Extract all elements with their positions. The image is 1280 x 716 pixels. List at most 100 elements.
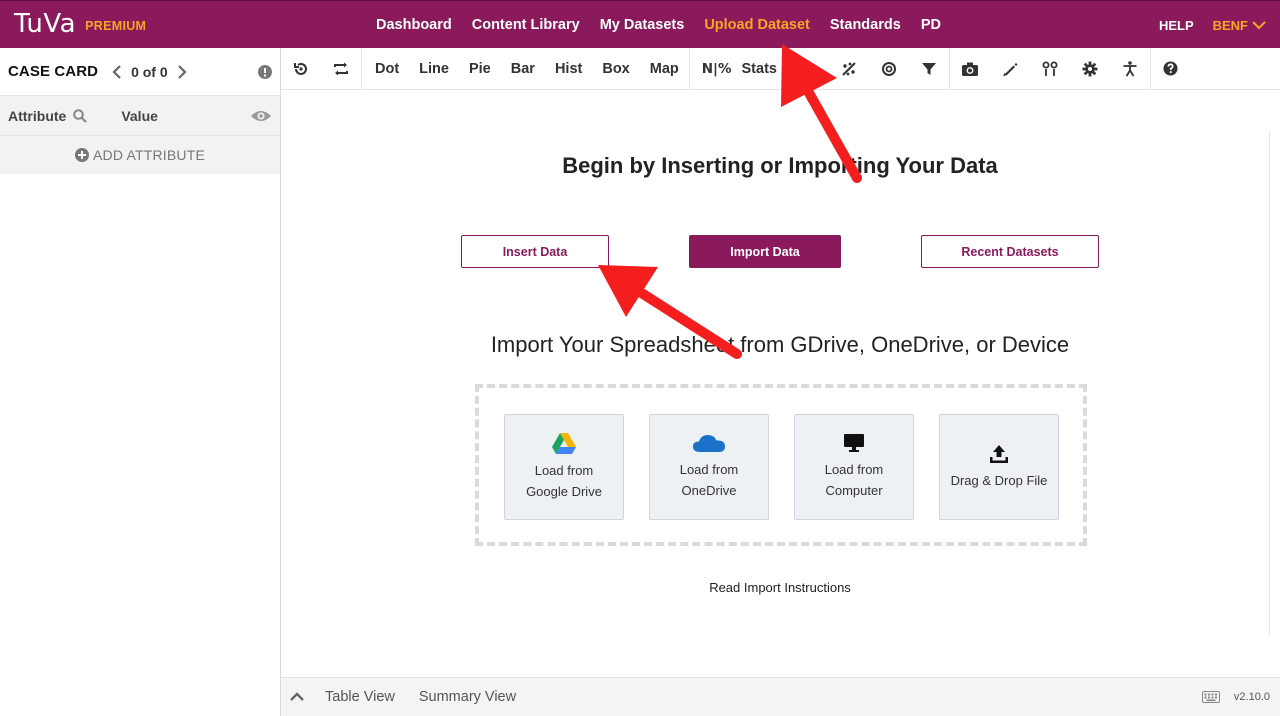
nav-dashboard[interactable]: Dashboard (376, 17, 452, 33)
groups-button[interactable] (1030, 48, 1070, 90)
value-column-label: Value (121, 107, 158, 124)
toolbar-group-analysis: N|% Stats (690, 47, 950, 90)
premium-badge: PREMIUM (85, 18, 147, 33)
nav-upload-dataset[interactable]: Upload Dataset (704, 17, 810, 33)
target-icon (881, 61, 896, 76)
tile-label: Load from Computer (824, 462, 884, 498)
reset-button[interactable] (281, 48, 321, 90)
app: TuVa PREMIUM Dashboard Content Library M… (0, 0, 1280, 716)
filter-icon (921, 62, 936, 75)
axis-icon (801, 61, 816, 76)
case-card-navigator: 0 of 0 (112, 64, 187, 80)
nav-pd[interactable]: PD (921, 17, 941, 33)
monitor-icon (844, 434, 864, 452)
toolbar-group-tools (950, 47, 1151, 90)
tile-label: Drag & Drop File (950, 472, 1048, 488)
people-icon (1042, 61, 1058, 76)
logo-wordmark: TuVa (14, 9, 77, 39)
load-google-drive-tile[interactable]: Load from Google Drive (504, 414, 624, 520)
recent-datasets-button[interactable]: Recent Datasets (921, 235, 1099, 268)
chart-line-button[interactable]: Line (409, 48, 459, 90)
nav-content-library[interactable]: Content Library (472, 17, 580, 33)
help-link[interactable]: HELP (1159, 18, 1194, 33)
case-card-column-header: Attribute Value (0, 96, 280, 136)
accessibility-icon (1123, 60, 1137, 76)
stats-button[interactable]: Stats (736, 48, 789, 90)
tile-label: Load from Google Drive (526, 462, 602, 499)
chevron-right-icon[interactable] (177, 64, 187, 79)
graph-toolbar: Dot Line Pie Bar Hist Box Map N|% Stats (281, 47, 1280, 90)
chart-box-button[interactable]: Box (592, 48, 639, 90)
nav-standards[interactable]: Standards (830, 17, 901, 33)
accessibility-button[interactable] (1110, 48, 1150, 90)
tuva-logo[interactable]: TuVa PREMIUM (14, 9, 146, 39)
bottom-right: v2.10.0 (1201, 691, 1270, 703)
user-name: BENF (1212, 17, 1248, 33)
screenshot-button[interactable] (950, 48, 990, 90)
read-import-instructions-link[interactable]: Read Import Instructions (481, 580, 1079, 595)
help-icon (1163, 61, 1179, 76)
reset-icon (294, 62, 307, 75)
swap-icon (334, 62, 348, 75)
settings-button[interactable] (1070, 48, 1110, 90)
chart-hist-button[interactable]: Hist (545, 48, 592, 90)
expand-bottom-button[interactable] (281, 692, 313, 702)
version-label: v2.10.0 (1233, 691, 1270, 703)
chart-dot-button[interactable]: Dot (362, 48, 409, 90)
chevron-down-icon (1252, 20, 1266, 29)
trend-button[interactable] (829, 48, 869, 90)
pencil-icon (1002, 62, 1018, 76)
swap-button[interactable] (321, 48, 361, 90)
google-drive-icon (552, 432, 576, 454)
load-computer-tile[interactable]: Load from Computer (794, 414, 914, 520)
main-content: Begin by Inserting or Importing Your Dat… (281, 90, 1280, 677)
chart-bar-button[interactable]: Bar (501, 48, 545, 90)
chevron-left-icon[interactable] (112, 64, 122, 79)
case-card-header: CASE CARD 0 of 0 (0, 48, 280, 96)
search-icon[interactable] (73, 108, 88, 123)
insert-data-button[interactable]: Insert Data (461, 235, 609, 268)
chevron-up-icon (290, 692, 304, 701)
chart-map-button[interactable]: Map (640, 48, 689, 90)
tile-label: Load from OneDrive (679, 462, 739, 498)
eye-icon[interactable] (250, 109, 272, 123)
file-drop-zone[interactable]: Load from Google Drive Load from OneDrive … (475, 384, 1087, 546)
onedrive-icon (693, 435, 725, 452)
trend-icon (842, 61, 856, 76)
case-count: 0 of 0 (131, 63, 168, 80)
plus-circle-icon (74, 148, 89, 162)
nav-my-datasets[interactable]: My Datasets (600, 17, 685, 33)
bottom-bar: Table View Summary View v2.10.0 (281, 677, 1280, 716)
import-title: Import Your Spreadsheet from GDrive, One… (490, 332, 1070, 357)
chart-pie-button[interactable]: Pie (459, 48, 501, 90)
case-card-panel: CASE CARD 0 of 0 Attribute Value ADD ATT… (0, 48, 281, 716)
case-card-title: CASE CARD (8, 63, 99, 80)
top-navigation-bar: TuVa PREMIUM Dashboard Content Library M… (0, 0, 1280, 48)
drag-drop-tile[interactable]: Drag & Drop File (939, 414, 1059, 520)
number-percent-button[interactable]: N|% (690, 48, 736, 90)
camera-icon (961, 62, 978, 76)
help-button[interactable] (1151, 48, 1191, 90)
load-onedrive-tile[interactable]: Load from OneDrive (649, 414, 769, 520)
toolbar-group-chart-types: Dot Line Pie Bar Hist Box Map (362, 47, 690, 90)
import-data-button[interactable]: Import Data (689, 235, 841, 268)
keyboard-icon[interactable] (1201, 691, 1220, 703)
summary-view-tab[interactable]: Summary View (419, 689, 516, 705)
user-menu[interactable]: BENF (1213, 18, 1266, 33)
add-attribute-label: ADD ATTRIBUTE (92, 147, 206, 163)
axis-button[interactable] (789, 48, 829, 90)
info-icon[interactable] (258, 64, 272, 79)
toolbar-group-reset (281, 47, 362, 90)
main-nav: Dashboard Content Library My Datasets Up… (366, 1, 951, 49)
target-button[interactable] (869, 48, 909, 90)
attribute-column-label: Attribute (8, 107, 67, 124)
begin-title: Begin by Inserting or Importing Your Dat… (562, 153, 998, 178)
draw-button[interactable] (990, 48, 1030, 90)
gear-icon (1082, 61, 1098, 76)
table-view-tab[interactable]: Table View (325, 689, 395, 705)
nav-right: HELP BENF (1159, 1, 1266, 49)
filter-button[interactable] (909, 48, 949, 90)
upload-icon (990, 444, 1008, 463)
scroll-track (1269, 130, 1270, 635)
add-attribute-button[interactable]: ADD ATTRIBUTE (0, 136, 280, 174)
